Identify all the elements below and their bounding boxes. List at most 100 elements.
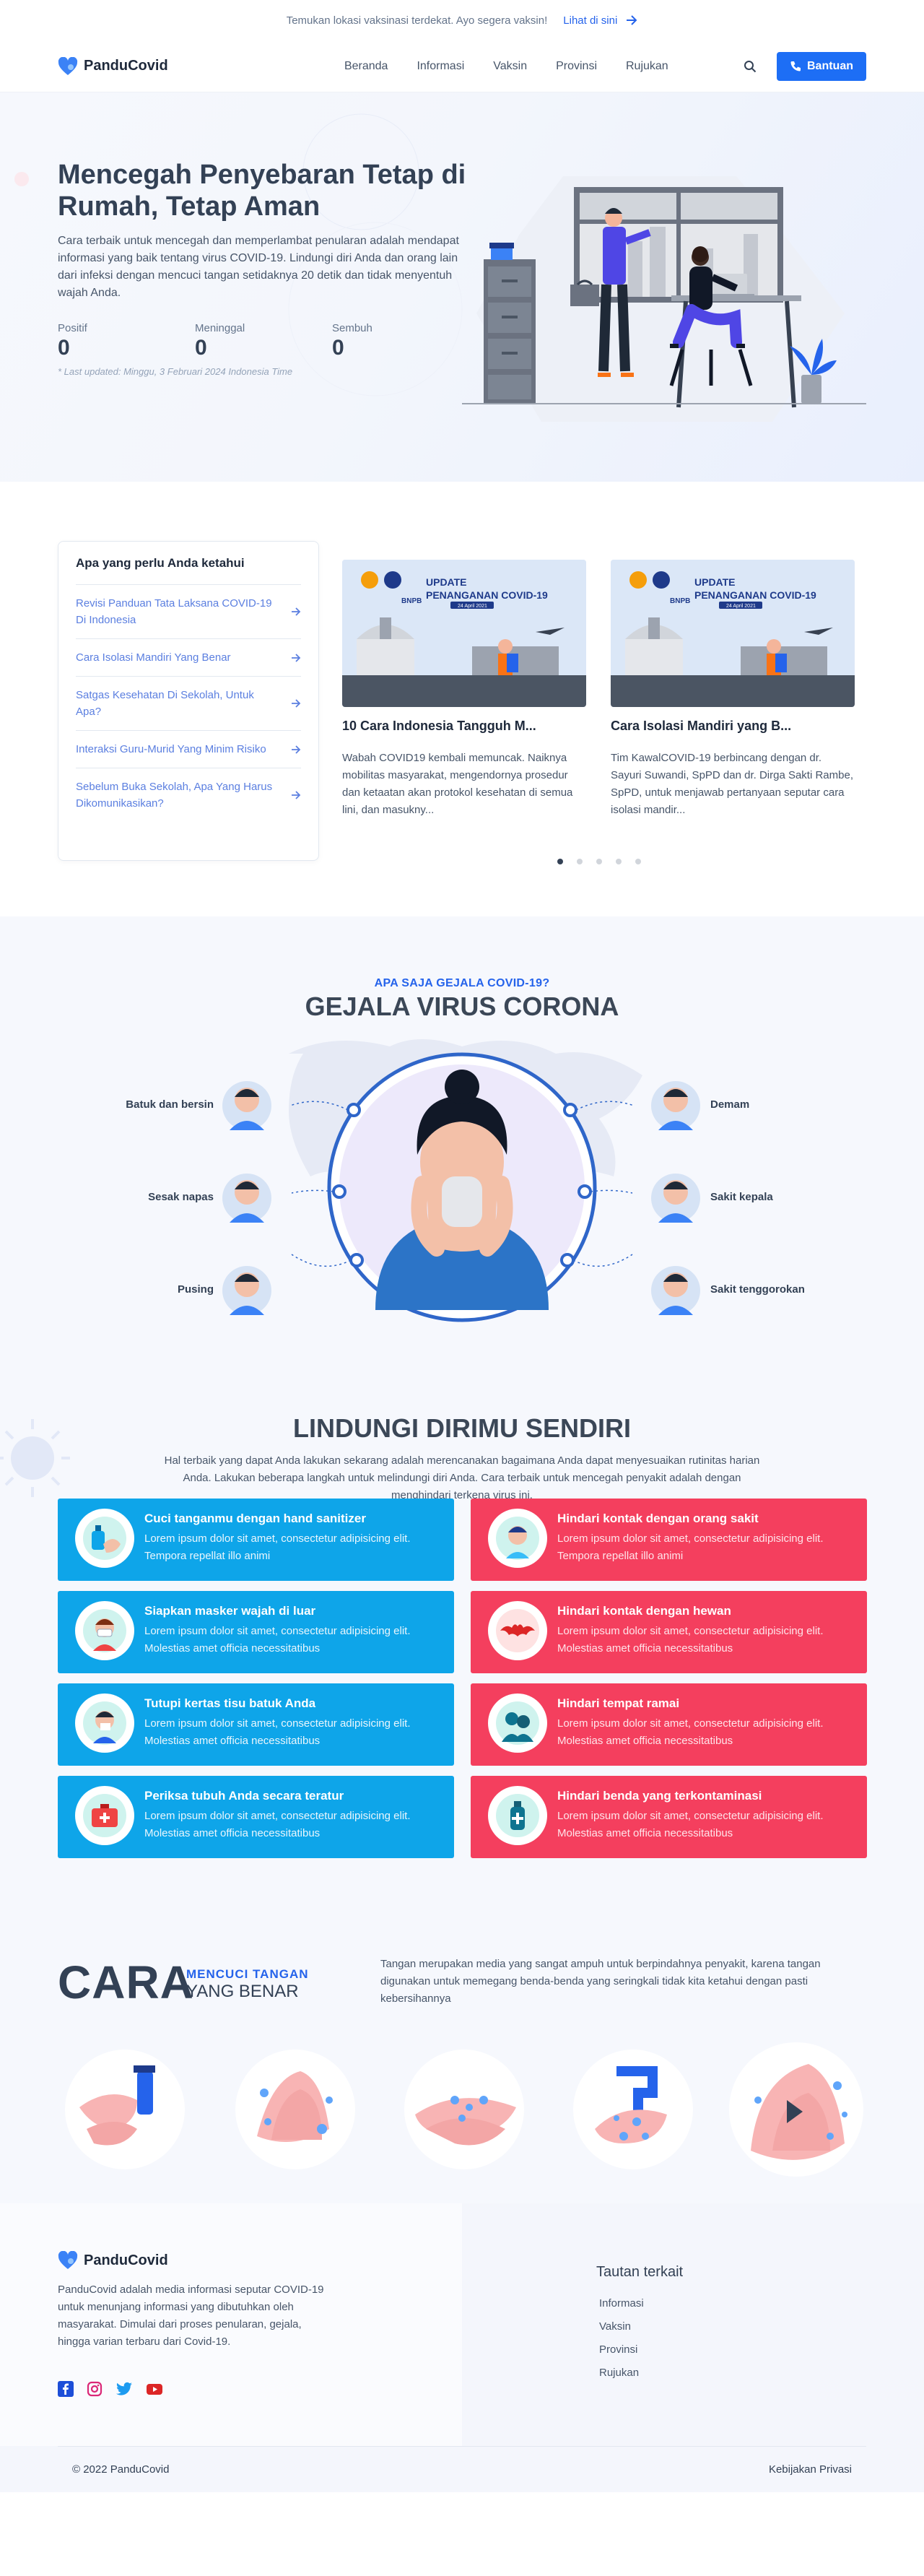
warning-title: Hindari tempat ramai: [557, 1696, 680, 1710]
stat-label: Meninggal: [195, 322, 245, 334]
facebook-icon[interactable]: [58, 2381, 74, 2397]
symptom-label: Sakit kepala: [710, 1191, 773, 1203]
carousel-dot-active[interactable]: [557, 859, 563, 864]
nav-link-provinsi[interactable]: Provinsi: [556, 60, 597, 73]
footer-bottom-bar: © 2022 PanduCovid Kebijakan Privasi: [58, 2446, 866, 2492]
footer-brand[interactable]: PanduCovid: [58, 2251, 168, 2270]
tip-card: Siapkan masker wajah di luar Lorem ipsum …: [58, 1591, 454, 1673]
warning-card: Hindari tempat ramai Lorem ipsum dolor si…: [471, 1683, 867, 1766]
footer-link-informasi[interactable]: Informasi: [599, 2297, 644, 2320]
faq-item[interactable]: Revisi Panduan Tata Laksana COVID-19 Di …: [76, 585, 301, 639]
symptom-label: Sakit tenggorokan: [710, 1283, 805, 1296]
arrow-right-icon: [292, 791, 301, 799]
announcement-link[interactable]: Lihat di sini: [563, 14, 637, 27]
handwash-description: Tangan merupakan media yang sangat ampuh…: [380, 1958, 821, 2005]
footer-link-provinsi[interactable]: Provinsi: [599, 2343, 644, 2367]
news-image: BNPB UPDATE PENANGANAN COVID-19 24 April…: [611, 560, 855, 707]
carousel-dot[interactable]: [596, 859, 602, 864]
faq-item[interactable]: Interaksi Guru-Murid Yang Minim Risiko: [76, 731, 301, 768]
symptom-label: Sesak napas: [148, 1191, 214, 1203]
stat-value: 0: [58, 336, 70, 360]
svg-text:UPDATE: UPDATE: [694, 576, 736, 588]
stat-value: 0: [332, 336, 344, 360]
news-card[interactable]: BNPB UPDATE PENANGANAN COVID-19 24 April…: [342, 560, 586, 819]
warning-title: Hindari kontak dengan orang sakit: [557, 1512, 759, 1525]
svg-text:BNPB: BNPB: [401, 597, 422, 605]
last-updated: * Last updated: Minggu, 3 Februari 2024 …: [58, 366, 293, 377]
news-image: BNPB UPDATE PENANGANAN COVID-19 24 April…: [342, 560, 586, 707]
faq-item-label[interactable]: Cara Isolasi Mandiri Yang Benar: [76, 649, 278, 666]
nav-link-vaksin[interactable]: Vaksin: [493, 60, 527, 73]
faq-item-label[interactable]: Interaksi Guru-Murid Yang Minim Risiko: [76, 741, 278, 758]
protect-title: LINDUNGI DIRIMU SENDIRI: [293, 1413, 631, 1443]
news-card[interactable]: BNPB UPDATE PENANGANAN COVID-19 24 April…: [611, 560, 855, 819]
copyright: © 2022 PanduCovid: [72, 2463, 170, 2476]
symptom-label: Demam: [710, 1098, 750, 1111]
tip-card: Tutupi kertas tisu batuk Anda Lorem ipsum…: [58, 1683, 454, 1766]
protect-section: LINDUNGI DIRIMU SENDIRI Hal terbaik yang…: [0, 1371, 924, 1908]
nav-link-informasi[interactable]: Informasi: [417, 60, 464, 73]
nav-link-beranda[interactable]: Beranda: [344, 60, 388, 73]
help-button[interactable]: Bantuan: [776, 51, 866, 81]
help-button-label: Bantuan: [806, 59, 853, 72]
stat-label: Positif: [58, 322, 87, 334]
handwash-step-1-image: [65, 2050, 185, 2169]
privacy-policy-link[interactable]: Kebijakan Privasi: [769, 2463, 852, 2476]
stat-value: 0: [195, 336, 207, 360]
arrow-right-icon: [627, 15, 637, 25]
faq-item-label[interactable]: Satgas Kesehatan Di Sekolah, Untuk Apa?: [76, 687, 278, 720]
bat-icon: [488, 1601, 547, 1660]
hero-title: Mencegah Penyebaran Tetap di Rumah, Teta…: [58, 160, 466, 222]
stat-sembuh: Sembuh 0: [332, 322, 469, 360]
search-icon[interactable]: [744, 60, 757, 73]
faq-item[interactable]: Sebelum Buka Sekolah, Apa Yang Harus Dik…: [76, 768, 301, 822]
hand-sanitizer-icon: [75, 1509, 134, 1568]
heart-logo-icon: [58, 56, 78, 75]
social-links: [58, 2381, 163, 2397]
symptoms-section: APA SAJA GEJALA COVID-19? GEJALA VIRUS C…: [0, 916, 924, 1371]
news-title[interactable]: 10 Cara Indonesia Tangguh M...: [342, 719, 586, 734]
twitter-icon[interactable]: [116, 2381, 133, 2397]
carousel-dot[interactable]: [577, 859, 583, 864]
warning-card: Hindari benda yang terkontaminasi Lorem i…: [471, 1776, 867, 1858]
announcement-link-label[interactable]: Lihat di sini: [563, 14, 617, 27]
handwash-title-big: CARA: [58, 1956, 194, 2008]
footer-link-vaksin[interactable]: Vaksin: [599, 2320, 644, 2343]
warning-body: Lorem ipsum dolor sit amet, consectetur …: [557, 1532, 824, 1562]
svg-text:PENANGANAN COVID-19: PENANGANAN COVID-19: [694, 589, 816, 601]
svg-text:PENANGANAN COVID-19: PENANGANAN COVID-19: [426, 589, 548, 601]
footer: PanduCovid PanduCovid adalah media infor…: [0, 2203, 924, 2492]
stats-row: Positif 0 Meninggal 0 Sembuh 0: [58, 322, 469, 360]
hero-section: Mencegah Penyebaran Tetap di Rumah, Teta…: [0, 92, 924, 482]
carousel-dot[interactable]: [616, 859, 622, 864]
tip-body: Lorem ipsum dolor sit amet, consectetur …: [144, 1532, 411, 1562]
carousel-dot[interactable]: [635, 859, 641, 864]
faq-item[interactable]: Satgas Kesehatan Di Sekolah, Untuk Apa?: [76, 677, 301, 731]
announcement-bar: Temukan lokasi vaksinasi terdekat. Ayo s…: [0, 0, 924, 40]
handwash-step-3-image: [404, 2050, 524, 2169]
news-excerpt: Wabah COVID19 kembali memuncak. Naiknya …: [342, 752, 573, 816]
brand-logo[interactable]: PanduCovid: [58, 56, 168, 76]
handwash-subtitle: MENCUCI TANGAN: [186, 1967, 309, 1981]
first-aid-kit-icon: [75, 1786, 134, 1845]
faq-item-label[interactable]: Revisi Panduan Tata Laksana COVID-19 Di …: [76, 595, 278, 628]
warning-body: Lorem ipsum dolor sit amet, consectetur …: [557, 1810, 824, 1839]
news-title[interactable]: Cara Isolasi Mandiri yang B...: [611, 719, 855, 734]
related-links: Informasi Vaksin Provinsi Rujukan: [599, 2297, 644, 2390]
stat-meninggal: Meninggal 0: [195, 322, 332, 360]
svg-text:BNPB: BNPB: [670, 597, 690, 605]
faq-item-label[interactable]: Sebelum Buka Sekolah, Apa Yang Harus Dik…: [76, 779, 278, 812]
warning-body: Lorem ipsum dolor sit amet, consectetur …: [557, 1625, 824, 1655]
footer-link-rujukan[interactable]: Rujukan: [599, 2367, 644, 2390]
instagram-icon[interactable]: [87, 2381, 103, 2397]
svg-text:UPDATE: UPDATE: [426, 576, 467, 588]
related-links-title: Tautan terkait: [596, 2264, 684, 2280]
nav-link-rujukan[interactable]: Rujukan: [626, 60, 668, 73]
youtube-icon[interactable]: [146, 2381, 163, 2397]
news-excerpt: Tim KawalCOVID-19 berbincang dengan dr. …: [611, 752, 853, 816]
warning-title: Hindari benda yang terkontaminasi: [557, 1789, 762, 1803]
sick-person-icon: [488, 1509, 547, 1568]
hero-lead: Cara terbaik untuk mencegah dan memperla…: [58, 235, 459, 299]
warning-card: Hindari kontak dengan orang sakit Lorem i…: [471, 1499, 867, 1581]
faq-item[interactable]: Cara Isolasi Mandiri Yang Benar: [76, 639, 301, 677]
